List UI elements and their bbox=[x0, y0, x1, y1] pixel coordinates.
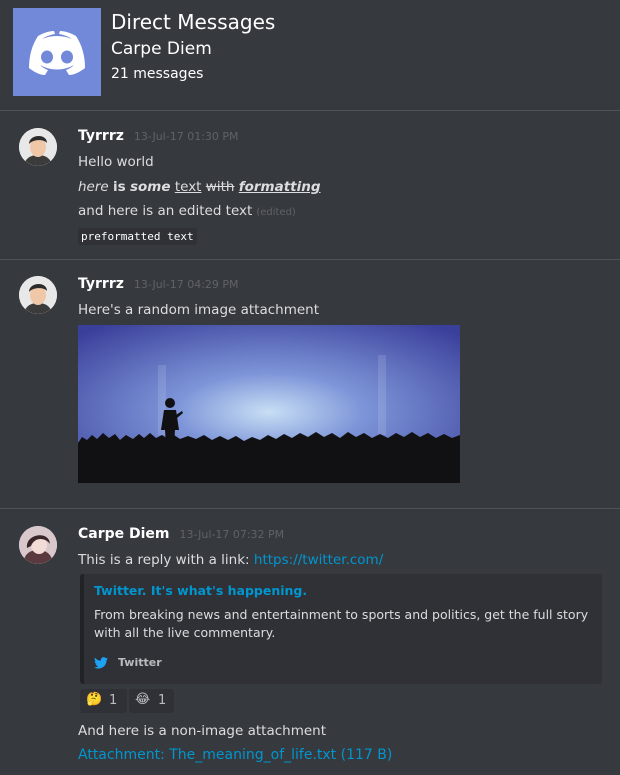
header-title: Direct Messages bbox=[111, 10, 276, 34]
reaction-count: 1 bbox=[158, 693, 167, 708]
channel-header: Direct Messages Carpe Diem 21 messages bbox=[0, 0, 620, 110]
twitter-bird-icon bbox=[94, 657, 108, 669]
message-author[interactable]: Tyrrrz 13-Jul-17 01:30 PM bbox=[78, 128, 239, 144]
joy-emoji-icon: 😂 bbox=[135, 692, 151, 707]
message-text: This is a reply with a link: https://twi… bbox=[78, 552, 384, 568]
message-group: Tyrrrz 13-Jul-17 01:30 PM Hello world her… bbox=[0, 128, 620, 248]
image-attachment[interactable] bbox=[78, 325, 460, 483]
reaction-count: 1 bbox=[109, 693, 118, 708]
avatar[interactable] bbox=[19, 276, 57, 314]
message-text: And here is a non-image attachment bbox=[78, 723, 327, 739]
discord-logo-icon bbox=[13, 8, 101, 96]
formatted-text: here is some text with formatting bbox=[78, 179, 321, 195]
avatar[interactable] bbox=[19, 526, 57, 564]
message-text: Hello world bbox=[78, 154, 154, 170]
file-attachment-link[interactable]: Attachment: The_meaning_of_life.txt (117… bbox=[78, 747, 392, 763]
message-author[interactable]: Tyrrrz 13-Jul-17 04:29 PM bbox=[78, 276, 239, 292]
message-text: Here's a random image attachment bbox=[78, 302, 320, 318]
reaction-thinking[interactable]: 🤔 1 bbox=[80, 689, 127, 713]
edited-message-text: and here is an edited text (edited) bbox=[78, 203, 296, 219]
embed-footer: Twitter bbox=[94, 656, 162, 669]
edited-label: (edited) bbox=[256, 207, 296, 218]
thinking-emoji-icon: 🤔 bbox=[86, 692, 103, 707]
link-embed: Twitter. It's what's happening. From bre… bbox=[80, 574, 602, 684]
preformatted-text: preformatted text bbox=[78, 228, 197, 245]
avatar[interactable] bbox=[19, 128, 57, 166]
message-author[interactable]: Carpe Diem 13-Jul-17 07:32 PM bbox=[78, 526, 284, 542]
header-message-count: 21 messages bbox=[111, 66, 204, 82]
message-timestamp: 13-Jul-17 07:32 PM bbox=[179, 528, 285, 541]
divider bbox=[0, 259, 620, 260]
divider bbox=[0, 508, 620, 509]
embed-title[interactable]: Twitter. It's what's happening. bbox=[94, 583, 307, 598]
embed-description: From breaking news and entertainment to … bbox=[94, 607, 589, 640]
divider bbox=[0, 110, 620, 111]
header-channel-name: Carpe Diem bbox=[111, 39, 212, 59]
reaction-joy[interactable]: 😂 1 bbox=[129, 689, 174, 713]
message-link[interactable]: https://twitter.com/ bbox=[254, 552, 383, 568]
message-timestamp: 13-Jul-17 04:29 PM bbox=[133, 278, 239, 291]
message-timestamp: 13-Jul-17 01:30 PM bbox=[133, 130, 239, 143]
